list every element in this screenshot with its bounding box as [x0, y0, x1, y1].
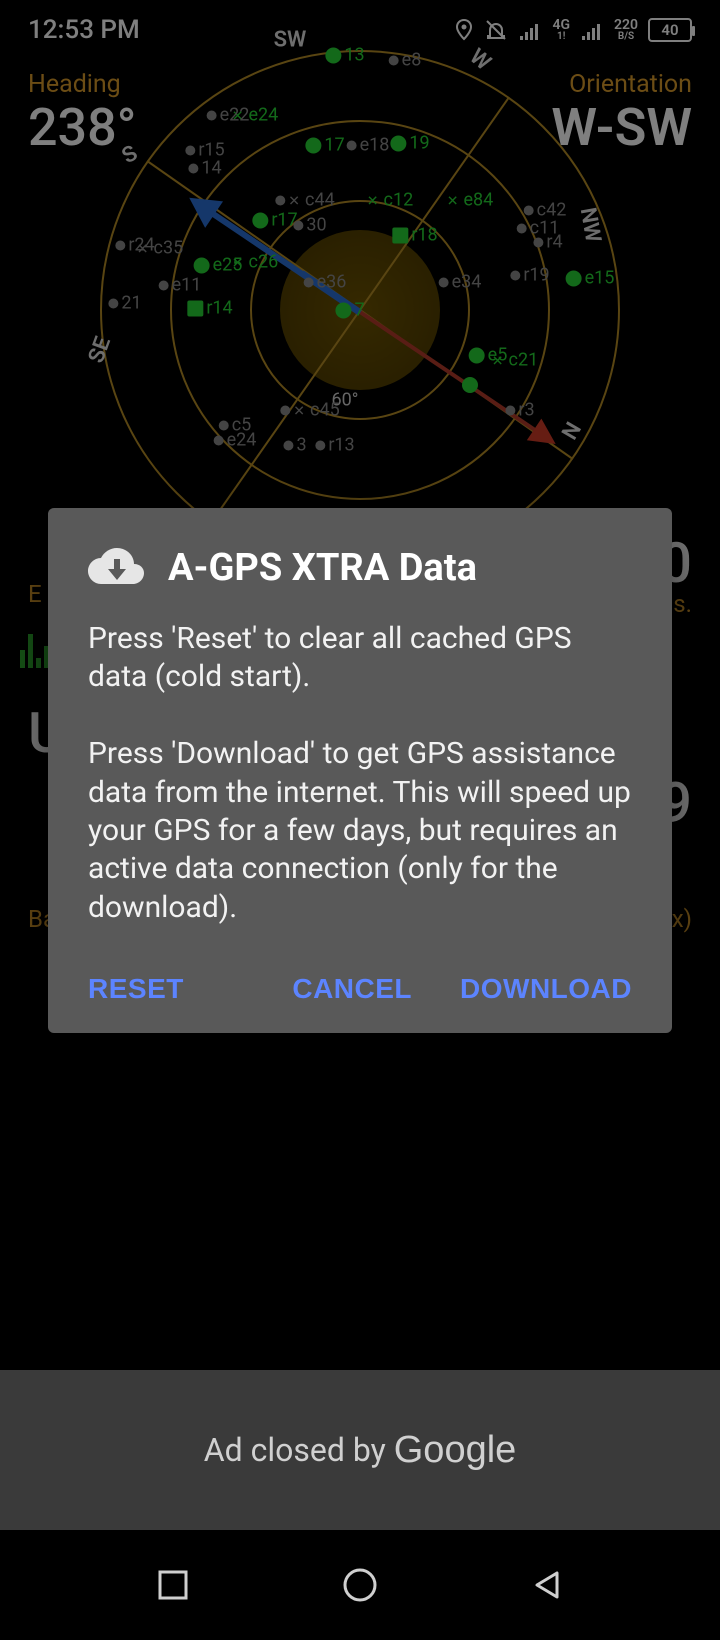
circle-icon [342, 1567, 378, 1603]
dialog-body: Press 'Reset' to clear all cached GPS da… [88, 620, 632, 927]
square-icon [157, 1569, 189, 1601]
recents-button[interactable] [157, 1569, 189, 1601]
dialog-title-row: A-GPS XTRA Data [88, 546, 632, 590]
home-button[interactable] [342, 1567, 378, 1603]
reset-button[interactable]: RESET [88, 973, 184, 1005]
back-button[interactable] [531, 1569, 563, 1601]
dialog-title: A-GPS XTRA Data [168, 546, 477, 590]
triangle-back-icon [531, 1569, 563, 1601]
cancel-button[interactable]: CANCEL [292, 973, 412, 1005]
download-button[interactable]: DOWNLOAD [460, 973, 632, 1005]
system-nav-bar [0, 1530, 720, 1640]
ad-text: Ad closed by [204, 1431, 386, 1469]
cloud-download-icon [88, 546, 146, 590]
ad-brand: Google [394, 1429, 517, 1472]
agps-dialog: A-GPS XTRA Data Press 'Reset' to clear a… [48, 508, 672, 1033]
ad-banner[interactable]: Ad closed by Google [0, 1370, 720, 1530]
dialog-actions: RESET CANCEL DOWNLOAD [88, 973, 632, 1005]
